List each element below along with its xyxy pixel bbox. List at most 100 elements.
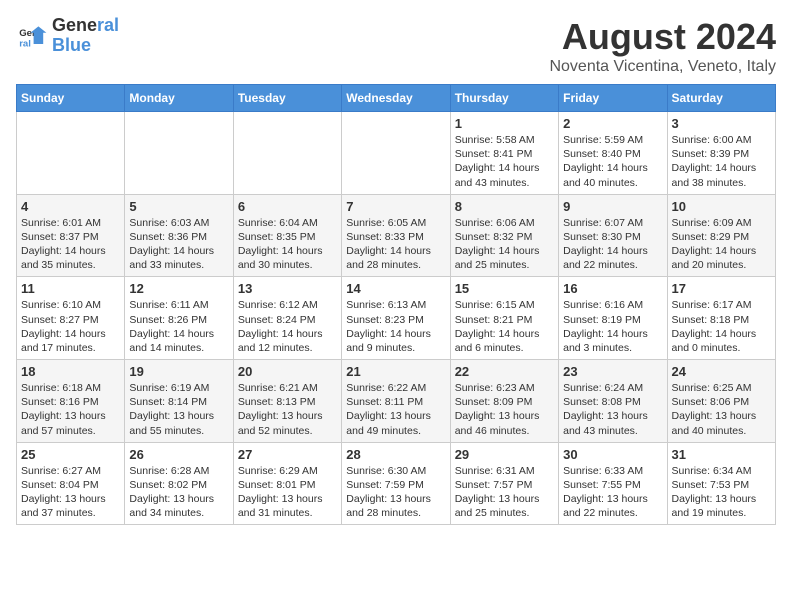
- day-number: 15: [455, 281, 554, 296]
- day-info: Sunrise: 6:15 AMSunset: 8:21 PMDaylight:…: [455, 298, 554, 355]
- calendar-cell: 10 Sunrise: 6:09 AMSunset: 8:29 PMDayligh…: [667, 194, 775, 277]
- calendar-cell: [233, 112, 341, 195]
- day-info: Sunrise: 6:09 AMSunset: 8:29 PMDaylight:…: [672, 216, 771, 273]
- calendar-week-1: 1 Sunrise: 5:58 AMSunset: 8:41 PMDaylight…: [17, 112, 776, 195]
- weekday-header-wednesday: Wednesday: [342, 85, 450, 112]
- calendar-cell: 11 Sunrise: 6:10 AMSunset: 8:27 PMDayligh…: [17, 277, 125, 360]
- day-number: 31: [672, 447, 771, 462]
- calendar-cell: 13 Sunrise: 6:12 AMSunset: 8:24 PMDayligh…: [233, 277, 341, 360]
- day-info: Sunrise: 6:29 AMSunset: 8:01 PMDaylight:…: [238, 464, 337, 521]
- weekday-header-monday: Monday: [125, 85, 233, 112]
- calendar-week-2: 4Sunrise: 6:01 AMSunset: 8:37 PMDaylight…: [17, 194, 776, 277]
- day-number: 4: [21, 199, 120, 214]
- day-info: Sunrise: 6:24 AMSunset: 8:08 PMDaylight:…: [563, 381, 662, 438]
- day-info: Sunrise: 6:21 AMSunset: 8:13 PMDaylight:…: [238, 381, 337, 438]
- day-info: Sunrise: 6:12 AMSunset: 8:24 PMDaylight:…: [238, 298, 337, 355]
- day-number: 1: [455, 116, 554, 131]
- calendar-cell: 3 Sunrise: 6:00 AMSunset: 8:39 PMDaylight…: [667, 112, 775, 195]
- day-info: Sunrise: 6:23 AMSunset: 8:09 PMDaylight:…: [455, 381, 554, 438]
- day-number: 8: [455, 199, 554, 214]
- weekday-header-row: SundayMondayTuesdayWednesdayThursdayFrid…: [17, 85, 776, 112]
- calendar-cell: 7 Sunrise: 6:05 AMSunset: 8:33 PMDaylight…: [342, 194, 450, 277]
- day-number: 11: [21, 281, 120, 296]
- calendar-cell: 18 Sunrise: 6:18 AMSunset: 8:16 PMDayligh…: [17, 360, 125, 443]
- day-info: Sunrise: 6:13 AMSunset: 8:23 PMDaylight:…: [346, 298, 445, 355]
- day-info: Sunrise: 6:30 AMSunset: 7:59 PMDaylight:…: [346, 464, 445, 521]
- day-number: 5: [129, 199, 228, 214]
- day-info: Sunrise: 6:10 AMSunset: 8:27 PMDaylight:…: [21, 298, 120, 355]
- calendar-week-4: 18 Sunrise: 6:18 AMSunset: 8:16 PMDayligh…: [17, 360, 776, 443]
- logo-text: General Blue: [52, 16, 119, 56]
- calendar-cell: 20 Sunrise: 6:21 AMSunset: 8:13 PMDayligh…: [233, 360, 341, 443]
- day-info: Sunrise: 6:06 AMSunset: 8:32 PMDaylight:…: [455, 216, 554, 273]
- day-number: 9: [563, 199, 662, 214]
- calendar-cell: 30Sunrise: 6:33 AMSunset: 7:55 PMDayligh…: [559, 442, 667, 525]
- day-number: 14: [346, 281, 445, 296]
- calendar-cell: 14 Sunrise: 6:13 AMSunset: 8:23 PMDayligh…: [342, 277, 450, 360]
- day-info: Sunrise: 6:03 AMSunset: 8:36 PMDaylight:…: [129, 216, 228, 273]
- day-number: 21: [346, 364, 445, 379]
- month-title: August 2024: [549, 16, 776, 58]
- calendar-cell: 26Sunrise: 6:28 AMSunset: 8:02 PMDayligh…: [125, 442, 233, 525]
- day-info: Sunrise: 5:59 AMSunset: 8:40 PMDaylight:…: [563, 133, 662, 190]
- calendar-cell: 24 Sunrise: 6:25 AMSunset: 8:06 PMDayligh…: [667, 360, 775, 443]
- calendar-cell: 31 Sunrise: 6:34 AMSunset: 7:53 PMDayligh…: [667, 442, 775, 525]
- day-number: 19: [129, 364, 228, 379]
- logo-icon: Gene ral: [16, 20, 48, 52]
- day-info: Sunrise: 6:22 AMSunset: 8:11 PMDaylight:…: [346, 381, 445, 438]
- day-number: 25: [21, 447, 120, 462]
- weekday-header-sunday: Sunday: [17, 85, 125, 112]
- day-info: Sunrise: 6:04 AMSunset: 8:35 PMDaylight:…: [238, 216, 337, 273]
- calendar-cell: 2Sunrise: 5:59 AMSunset: 8:40 PMDaylight…: [559, 112, 667, 195]
- calendar-cell: 29Sunrise: 6:31 AMSunset: 7:57 PMDayligh…: [450, 442, 558, 525]
- calendar-cell: 6 Sunrise: 6:04 AMSunset: 8:35 PMDaylight…: [233, 194, 341, 277]
- day-number: 17: [672, 281, 771, 296]
- day-info: Sunrise: 5:58 AMSunset: 8:41 PMDaylight:…: [455, 133, 554, 190]
- svg-text:ral: ral: [19, 38, 31, 49]
- calendar-cell: 16Sunrise: 6:16 AMSunset: 8:19 PMDayligh…: [559, 277, 667, 360]
- day-info: Sunrise: 6:05 AMSunset: 8:33 PMDaylight:…: [346, 216, 445, 273]
- day-info: Sunrise: 6:17 AMSunset: 8:18 PMDaylight:…: [672, 298, 771, 355]
- weekday-header-thursday: Thursday: [450, 85, 558, 112]
- day-number: 3: [672, 116, 771, 131]
- day-info: Sunrise: 6:00 AMSunset: 8:39 PMDaylight:…: [672, 133, 771, 190]
- title-area: August 2024 Noventa Vicentina, Veneto, I…: [549, 16, 776, 76]
- weekday-header-tuesday: Tuesday: [233, 85, 341, 112]
- calendar-cell: 21 Sunrise: 6:22 AMSunset: 8:11 PMDayligh…: [342, 360, 450, 443]
- day-number: 27: [238, 447, 337, 462]
- calendar-cell: [17, 112, 125, 195]
- day-info: Sunrise: 6:28 AMSunset: 8:02 PMDaylight:…: [129, 464, 228, 521]
- calendar-cell: 12Sunrise: 6:11 AMSunset: 8:26 PMDayligh…: [125, 277, 233, 360]
- calendar-cell: 25Sunrise: 6:27 AMSunset: 8:04 PMDayligh…: [17, 442, 125, 525]
- calendar-cell: 17 Sunrise: 6:17 AMSunset: 8:18 PMDayligh…: [667, 277, 775, 360]
- day-number: 22: [455, 364, 554, 379]
- day-number: 10: [672, 199, 771, 214]
- calendar-cell: 15 Sunrise: 6:15 AMSunset: 8:21 PMDayligh…: [450, 277, 558, 360]
- day-info: Sunrise: 6:33 AMSunset: 7:55 PMDaylight:…: [563, 464, 662, 521]
- calendar-cell: 28Sunrise: 6:30 AMSunset: 7:59 PMDayligh…: [342, 442, 450, 525]
- day-number: 7: [346, 199, 445, 214]
- day-number: 24: [672, 364, 771, 379]
- calendar-cell: 23 Sunrise: 6:24 AMSunset: 8:08 PMDayligh…: [559, 360, 667, 443]
- calendar-cell: 1 Sunrise: 5:58 AMSunset: 8:41 PMDaylight…: [450, 112, 558, 195]
- calendar-table: SundayMondayTuesdayWednesdayThursdayFrid…: [16, 84, 776, 525]
- day-info: Sunrise: 6:16 AMSunset: 8:19 PMDaylight:…: [563, 298, 662, 355]
- weekday-header-friday: Friday: [559, 85, 667, 112]
- day-info: Sunrise: 6:07 AMSunset: 8:30 PMDaylight:…: [563, 216, 662, 273]
- day-info: Sunrise: 6:25 AMSunset: 8:06 PMDaylight:…: [672, 381, 771, 438]
- calendar-cell: 19Sunrise: 6:19 AMSunset: 8:14 PMDayligh…: [125, 360, 233, 443]
- day-number: 12: [129, 281, 228, 296]
- day-info: Sunrise: 6:34 AMSunset: 7:53 PMDaylight:…: [672, 464, 771, 521]
- day-number: 13: [238, 281, 337, 296]
- day-number: 29: [455, 447, 554, 462]
- calendar-cell: [125, 112, 233, 195]
- calendar-week-3: 11 Sunrise: 6:10 AMSunset: 8:27 PMDayligh…: [17, 277, 776, 360]
- day-number: 20: [238, 364, 337, 379]
- day-info: Sunrise: 6:18 AMSunset: 8:16 PMDaylight:…: [21, 381, 120, 438]
- calendar-cell: [342, 112, 450, 195]
- day-number: 23: [563, 364, 662, 379]
- day-number: 18: [21, 364, 120, 379]
- day-number: 6: [238, 199, 337, 214]
- calendar-cell: 22 Sunrise: 6:23 AMSunset: 8:09 PMDayligh…: [450, 360, 558, 443]
- page-header: Gene ral General Blue August 2024 Novent…: [16, 16, 776, 76]
